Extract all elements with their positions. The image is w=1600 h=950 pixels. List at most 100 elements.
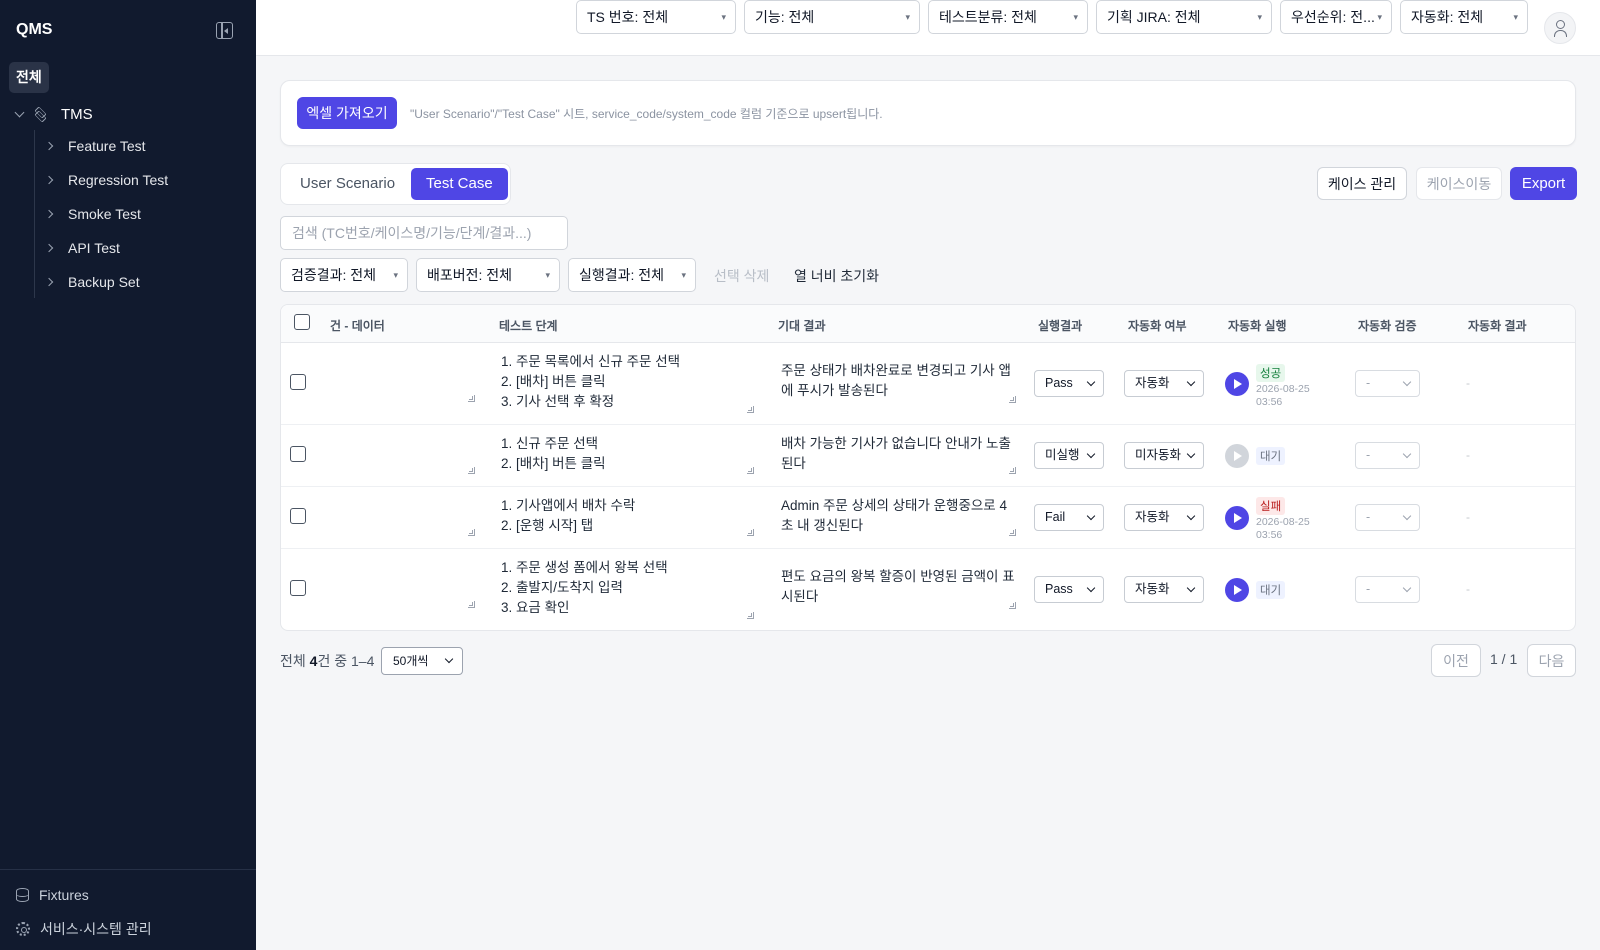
tree-item-api-test[interactable]: API Test: [44, 238, 120, 258]
export-button[interactable]: Export: [1510, 167, 1577, 200]
tab-test-case[interactable]: Test Case: [411, 168, 508, 200]
exec-result-select[interactable]: Pass: [1034, 370, 1104, 397]
tab-user-scenario[interactable]: User Scenario: [285, 168, 410, 200]
tree-item-backup-set[interactable]: Backup Set: [44, 272, 140, 292]
run-status-badge: 실패: [1256, 497, 1286, 515]
auto-verify-select[interactable]: -: [1355, 504, 1420, 531]
database-icon: [16, 888, 29, 902]
total-suffix: 건 중 1–4: [317, 653, 375, 669]
prev-page-button[interactable]: 이전: [1431, 644, 1481, 677]
automation-select[interactable]: 자동화: [1124, 576, 1204, 603]
tree-item-label: Feature Test: [68, 138, 146, 154]
filter-automation[interactable]: 자동화: 전체: [1400, 0, 1528, 34]
chevron-right-icon[interactable]: [44, 277, 54, 287]
steps-textarea[interactable]: 1. 신규 주문 선택 2. [배차] 버튼 클릭: [501, 434, 606, 474]
sidebar-item-fixtures[interactable]: Fixtures: [16, 887, 89, 903]
run-status-badge: 성공: [1256, 364, 1286, 382]
total-prefix: 전체: [280, 653, 310, 669]
table-row: 1. 주문 목록에서 신규 주문 선택 2. [배차] 버튼 클릭 3. 기사 …: [281, 343, 1575, 425]
row-checkbox[interactable]: [290, 374, 306, 390]
automation-select[interactable]: 자동화: [1124, 504, 1204, 531]
header-auto-verify: 자동화 검증: [1358, 319, 1417, 333]
automation-select[interactable]: 미자동화: [1124, 442, 1204, 469]
resize-handle-icon[interactable]: [747, 529, 754, 536]
total-count-text: 전체 4건 중 1–4: [280, 651, 374, 671]
excel-import-button[interactable]: 엑셀 가져오기: [297, 97, 397, 129]
auto-verify-select[interactable]: -: [1355, 370, 1420, 397]
resize-handle-icon[interactable]: [747, 406, 754, 413]
resize-handle-icon[interactable]: [1009, 467, 1016, 474]
next-page-button[interactable]: 다음: [1527, 644, 1576, 677]
chevron-right-icon[interactable]: [44, 209, 54, 219]
case-manage-button[interactable]: 케이스 관리: [1317, 167, 1407, 200]
tree-item-label: Regression Test: [68, 172, 169, 188]
chevron-right-icon[interactable]: [44, 243, 54, 253]
resize-handle-icon[interactable]: [747, 612, 754, 619]
chevron-right-icon[interactable]: [44, 141, 54, 151]
resize-handle-icon[interactable]: [1009, 396, 1016, 403]
expected-textarea[interactable]: 배차 가능한 기사가 없습니다 안내가 노출 된다: [781, 434, 1011, 474]
steps-textarea[interactable]: 1. 주문 목록에서 신규 주문 선택 2. [배차] 버튼 클릭 3. 기사 …: [501, 352, 680, 412]
expected-textarea[interactable]: Admin 주문 상세의 상태가 운행중으로 4 초 내 갱신된다: [781, 496, 1007, 536]
delete-selected-button[interactable]: 선택 삭제: [714, 266, 769, 286]
auto-verify-select[interactable]: -: [1355, 442, 1420, 469]
steps-textarea[interactable]: 1. 주문 생성 폼에서 왕복 선택 2. 출발지/도착지 입력 3. 요금 확…: [501, 558, 668, 618]
filter-release-version[interactable]: 배포버전: 전체: [416, 258, 560, 292]
filter-feature[interactable]: 기능: 전체: [744, 0, 920, 34]
filter-test-category[interactable]: 테스트분류: 전체: [928, 0, 1088, 34]
reset-column-width-button[interactable]: 열 너비 초기화: [794, 266, 879, 286]
run-timestamp: 2026-08-25 03:56: [1256, 516, 1310, 541]
steps-textarea[interactable]: 1. 기사앱에서 배차 수락 2. [운행 시작] 탭: [501, 496, 635, 536]
filter-exec-result[interactable]: 실행결과: 전체: [568, 258, 696, 292]
row-checkbox[interactable]: [290, 508, 306, 524]
sidebar-item-all[interactable]: 전체: [9, 62, 49, 93]
expected-textarea[interactable]: 주문 상태가 배차완료로 변경되고 기사 앱 에 푸시가 발송된다: [781, 361, 1011, 401]
sidebar: QMS 전체 TMS Feature Test Regression Test …: [0, 0, 256, 950]
play-icon[interactable]: [1225, 578, 1249, 602]
filter-verify-result[interactable]: 검증결과: 전체: [280, 258, 408, 292]
header-automation: 자동화 여부: [1128, 319, 1187, 333]
sidebar-item-service-system[interactable]: 서비스·시스템 관리: [16, 919, 152, 939]
resize-handle-icon[interactable]: [468, 395, 475, 402]
layers-icon: [33, 105, 48, 123]
resize-handle-icon[interactable]: [1009, 602, 1016, 609]
tree-root-tms[interactable]: TMS: [12, 104, 93, 124]
play-icon[interactable]: [1225, 444, 1249, 468]
exec-result-select[interactable]: Fail: [1034, 504, 1104, 531]
row-checkbox[interactable]: [290, 580, 306, 596]
tree-item-regression-test[interactable]: Regression Test: [44, 170, 169, 190]
select-all-checkbox[interactable]: [294, 314, 310, 330]
header-data: 건 - 데이터: [330, 319, 385, 333]
user-avatar-icon[interactable]: [1544, 12, 1576, 44]
tree-item-label: API Test: [68, 240, 120, 256]
table-header: 건 - 데이터 테스트 단계 기대 결과 실행결과 자동화 여부 자동화 실행 …: [281, 305, 1575, 343]
resize-handle-icon[interactable]: [468, 467, 475, 474]
resize-handle-icon[interactable]: [747, 467, 754, 474]
tree-item-smoke-test[interactable]: Smoke Test: [44, 204, 141, 224]
exec-result-select[interactable]: 미실행: [1034, 442, 1104, 469]
expected-textarea[interactable]: 편도 요금의 왕복 할증이 반영된 금액이 표 시된다: [781, 567, 1015, 607]
brand-logo: QMS: [16, 21, 53, 38]
auto-verify-select[interactable]: -: [1355, 576, 1420, 603]
chevron-down-icon[interactable]: [14, 107, 25, 117]
filter-ts-number[interactable]: TS 번호: 전체: [576, 0, 736, 34]
filter-priority[interactable]: 우선순위: 전...: [1280, 0, 1392, 34]
tree-item-feature-test[interactable]: Feature Test: [44, 136, 146, 156]
play-icon[interactable]: [1225, 372, 1249, 396]
search-input[interactable]: 검색 (TC번호/케이스명/기능/단계/결과...): [280, 216, 568, 250]
row-checkbox[interactable]: [290, 446, 306, 462]
automation-select[interactable]: 자동화: [1124, 370, 1204, 397]
page-size-select[interactable]: 50개씩: [381, 647, 463, 675]
resize-handle-icon[interactable]: [468, 601, 475, 608]
sidebar-collapse-icon[interactable]: [216, 22, 233, 39]
sidebar-footer-label: Fixtures: [39, 887, 89, 903]
filter-plan-jira[interactable]: 기획 JIRA: 전체: [1096, 0, 1272, 34]
resize-handle-icon[interactable]: [1009, 529, 1016, 536]
exec-result-select[interactable]: Pass: [1034, 576, 1104, 603]
sidebar-footer-label: 서비스·시스템 관리: [40, 921, 152, 937]
chevron-right-icon[interactable]: [44, 175, 54, 185]
resize-handle-icon[interactable]: [468, 529, 475, 536]
test-case-table: 건 - 데이터 테스트 단계 기대 결과 실행결과 자동화 여부 자동화 실행 …: [280, 304, 1576, 631]
play-icon[interactable]: [1225, 506, 1249, 530]
case-move-button[interactable]: 케이스이동: [1416, 167, 1502, 200]
